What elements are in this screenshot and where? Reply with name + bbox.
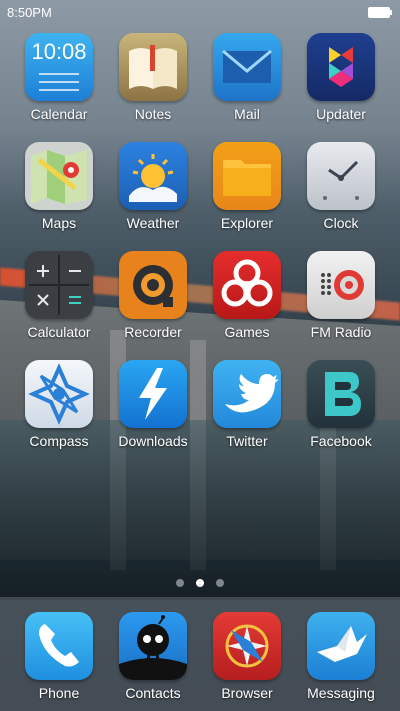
app-label: Explorer — [220, 215, 274, 231]
facebook-graphic — [325, 372, 361, 416]
app-label: Games — [224, 324, 270, 340]
calculator-graphic — [29, 255, 89, 315]
app-label: Mail — [234, 106, 260, 122]
app-clock[interactable]: Clock — [294, 142, 388, 231]
app-label: Notes — [134, 106, 172, 122]
mail-icon — [213, 33, 281, 101]
app-facebook[interactable]: Facebook — [294, 360, 388, 449]
clock-icon — [307, 142, 375, 210]
app-label: Phone — [38, 685, 80, 701]
dock-messaging[interactable]: Messaging — [294, 612, 388, 701]
calendar-line — [39, 89, 79, 91]
notes-icon — [119, 33, 187, 101]
app-label: Weather — [126, 215, 180, 231]
app-label: Browser — [221, 685, 273, 701]
compass-graphic — [28, 363, 90, 425]
folder-icon — [213, 142, 281, 210]
compass-browser-icon — [213, 612, 281, 680]
page-dot-active[interactable] — [196, 579, 204, 587]
app-weather[interactable]: Weather — [106, 142, 200, 231]
page-dot[interactable] — [176, 579, 184, 587]
status-bar: 8:50PM — [0, 0, 400, 24]
app-label: Compass — [29, 433, 89, 449]
app-label: Messaging — [307, 685, 375, 701]
page-indicator — [0, 579, 400, 587]
page-dot[interactable] — [216, 579, 224, 587]
updater-icon — [307, 33, 375, 101]
app-label: Recorder — [124, 324, 182, 340]
app-downloads[interactable]: Downloads — [106, 360, 200, 449]
app-label: Calendar — [30, 106, 88, 122]
dock: Phone Contacts Browser Messaging — [0, 597, 400, 711]
clock-graphic — [323, 160, 359, 200]
folder-graphic — [223, 160, 271, 196]
lightning-graphic — [139, 368, 167, 420]
app-recorder[interactable]: Recorder — [106, 251, 200, 340]
phone-icon — [25, 612, 93, 680]
phone-graphic — [39, 624, 79, 667]
app-calendar[interactable]: 10:08 Calendar — [12, 33, 106, 122]
battery-icon — [368, 7, 392, 18]
app-updater[interactable]: Updater — [294, 33, 388, 122]
contacts-graphic — [119, 615, 187, 680]
app-twitter[interactable]: Twitter — [200, 360, 294, 449]
recorder-icon — [119, 251, 187, 319]
envelope-graphic — [222, 49, 272, 83]
radio-icon — [307, 251, 375, 319]
twitter-bird-icon — [213, 360, 281, 428]
app-label: Updater — [316, 106, 366, 122]
calendar-line — [39, 81, 79, 83]
app-fm-radio[interactable]: FM Radio — [294, 251, 388, 340]
twitter-graphic — [225, 374, 279, 413]
updater-graphic — [329, 47, 353, 87]
app-label: Downloads — [118, 433, 188, 449]
app-label: Contacts — [125, 685, 181, 701]
calendar-line — [39, 73, 79, 75]
radio-graphic — [321, 270, 364, 300]
app-label: Clock — [323, 215, 359, 231]
calculator-icon — [25, 251, 93, 319]
app-label: Calculator — [27, 324, 91, 340]
book-graphic — [129, 45, 177, 89]
weather-graphic — [129, 154, 177, 202]
dock-phone[interactable]: Phone — [12, 612, 106, 701]
calendar-icon: 10:08 — [25, 33, 93, 101]
messaging-graphic — [317, 626, 367, 662]
recorder-graphic — [133, 265, 173, 307]
app-calculator[interactable]: Calculator — [12, 251, 106, 340]
app-label: Facebook — [310, 433, 372, 449]
calendar-icon-time: 10:08 — [31, 39, 87, 64]
app-compass[interactable]: Compass — [12, 360, 106, 449]
contacts-icon — [119, 612, 187, 680]
facebook-icon — [307, 360, 375, 428]
status-time: 8:50PM — [7, 4, 52, 20]
lightning-icon — [119, 360, 187, 428]
app-mail[interactable]: Mail — [200, 33, 294, 122]
map-graphic — [31, 150, 87, 204]
biohazard-graphic — [221, 259, 273, 307]
app-label: Twitter — [226, 433, 268, 449]
maps-icon — [25, 142, 93, 210]
app-games[interactable]: Games — [200, 251, 294, 340]
app-label: FM Radio — [310, 324, 372, 340]
paper-bird-icon — [307, 612, 375, 680]
app-label: Maps — [41, 215, 77, 231]
compass-icon — [25, 360, 93, 428]
app-notes[interactable]: Notes — [106, 33, 200, 122]
weather-icon — [119, 142, 187, 210]
dock-contacts[interactable]: Contacts — [106, 612, 200, 701]
biohazard-icon — [213, 251, 281, 319]
app-explorer[interactable]: Explorer — [200, 142, 294, 231]
browser-graphic — [225, 624, 269, 668]
dock-browser[interactable]: Browser — [200, 612, 294, 701]
app-maps[interactable]: Maps — [12, 142, 106, 231]
